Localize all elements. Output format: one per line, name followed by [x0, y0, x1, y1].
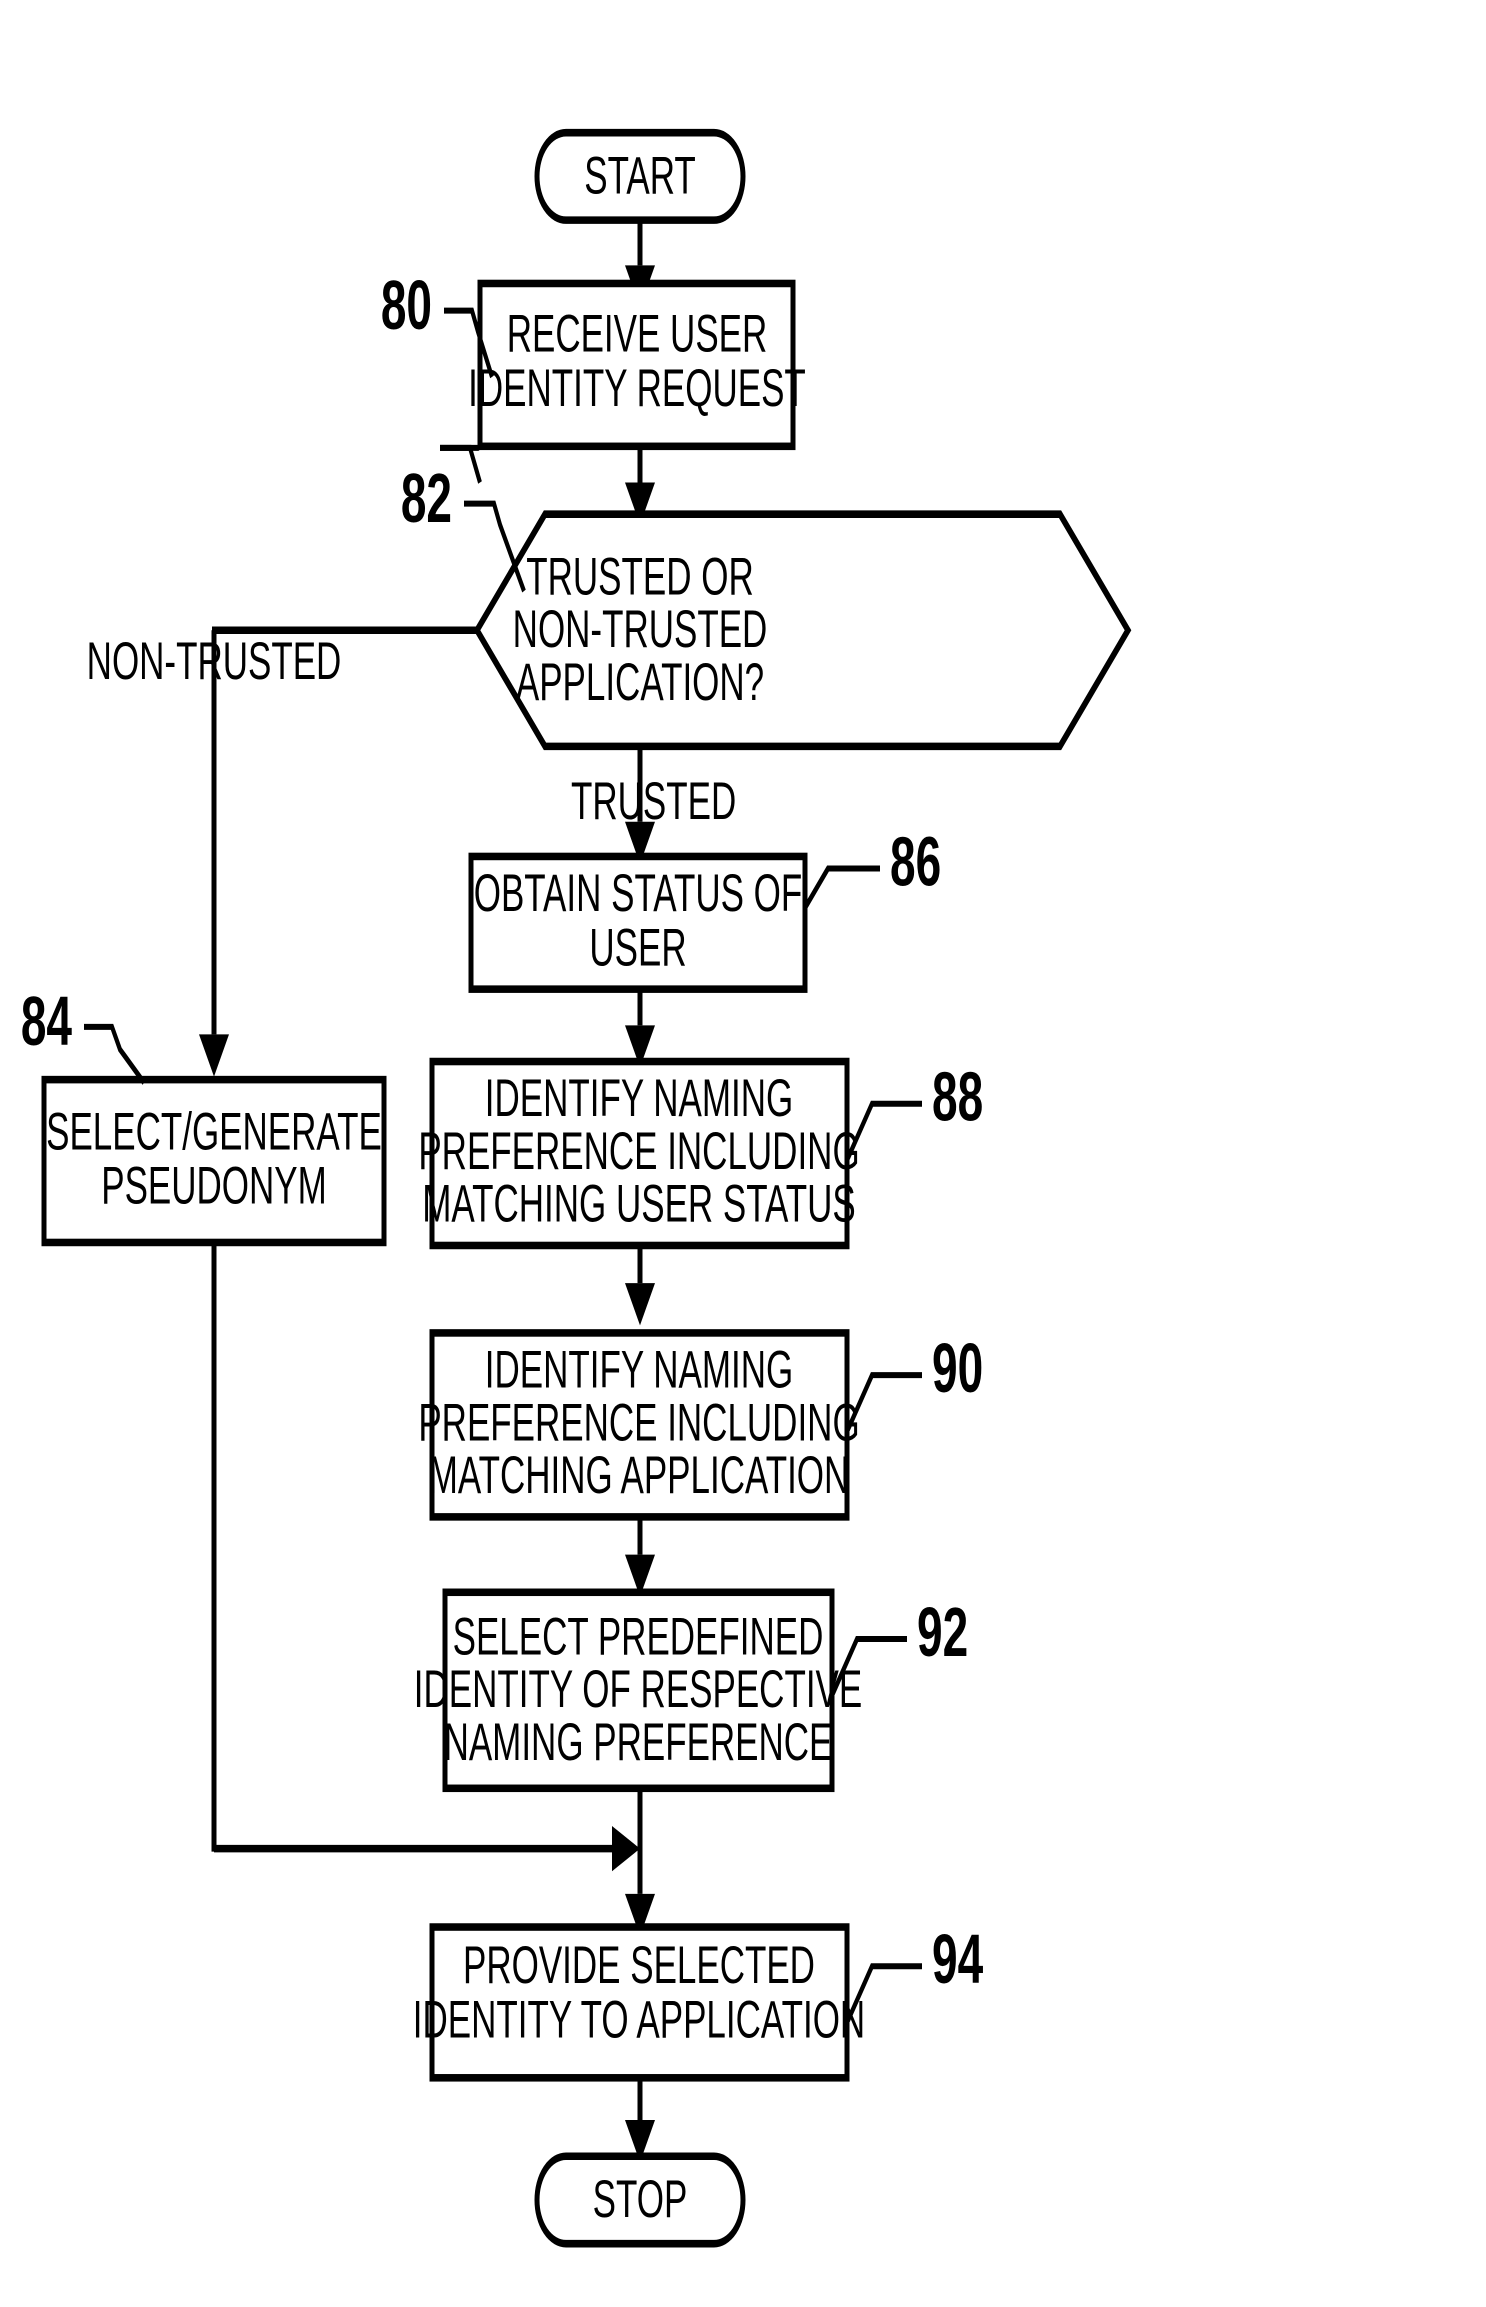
- flowchart-canvas: START RECEIVE USER IDENTITY REQUEST 80 T…: [21, 128, 1132, 2248]
- node-86-line-1: OBTAIN STATUS OF: [474, 864, 803, 923]
- node-86-line-2: USER: [589, 918, 686, 977]
- node-90-line-1: IDENTIFY NAMING: [485, 1340, 793, 1399]
- node-92: SELECT PREDEFINED IDENTITY OF RESPECTIVE…: [414, 1588, 862, 1793]
- stop-label: STOP: [593, 2170, 688, 2229]
- reference-callout-82: 82: [401, 461, 526, 593]
- node-82: TRUSTED OR NON-TRUSTED APPLICATION?: [473, 510, 1132, 751]
- ref-num-94: 94: [932, 1922, 983, 1999]
- node-82-line-3: APPLICATION?: [516, 653, 764, 712]
- start-label: START: [584, 146, 695, 205]
- node-80: RECEIVE USER IDENTITY REQUEST: [468, 279, 806, 451]
- node-94-line-1: PROVIDE SELECTED: [463, 1936, 815, 1995]
- connector-92-to-94: [625, 1788, 655, 1937]
- branch-trusted: TRUSTED: [571, 746, 736, 864]
- node-84-line-2: PSEUDONYM: [101, 1156, 327, 1215]
- node-86: OBTAIN STATUS OF USER: [468, 852, 808, 993]
- node-82-line-2: NON-TRUSTED: [513, 600, 768, 659]
- node-stop: STOP: [534, 2152, 746, 2248]
- connector-90-to-92: [625, 1516, 655, 1597]
- node-88: IDENTIFY NAMING PREFERENCE INCLUDING MAT…: [418, 1057, 860, 1250]
- node-94: PROVIDE SELECTED IDENTITY TO APPLICATION: [413, 1923, 865, 2082]
- ref-num-88: 88: [932, 1059, 983, 1136]
- node-92-line-2: IDENTITY OF RESPECTIVE: [414, 1660, 862, 1719]
- node-84-line-1: SELECT/GENERATE: [46, 1102, 382, 1161]
- reference-callout-90: 90: [846, 1331, 983, 1432]
- ref-num-86: 86: [890, 824, 941, 901]
- ref-num-82: 82: [401, 461, 452, 538]
- node-88-line-1: IDENTIFY NAMING: [485, 1069, 793, 1128]
- node-94-line-2: IDENTITY TO APPLICATION: [413, 1990, 865, 2049]
- node-90-line-3: MATCHING APPLICATION: [429, 1446, 850, 1505]
- node-88-line-2: PREFERENCE INCLUDING: [418, 1122, 859, 1181]
- reference-callout-94: 94: [846, 1922, 983, 2023]
- connector-88-to-90: [625, 1245, 655, 1326]
- branch-label-non-trusted: NON-TRUSTED: [87, 632, 342, 691]
- ref-num-80: 80: [381, 268, 432, 345]
- node-82-line-1: TRUSTED OR: [526, 547, 753, 606]
- node-80-line-1: RECEIVE USER: [507, 305, 768, 364]
- node-80-line-2: IDENTITY REQUEST: [468, 359, 806, 418]
- node-84: SELECT/GENERATE PSEUDONYM: [41, 1075, 387, 1247]
- ref-num-90: 90: [932, 1331, 983, 1408]
- reference-callout-86: 86: [804, 824, 941, 909]
- reference-callout-84: 84: [21, 984, 146, 1085]
- ref-num-84: 84: [21, 984, 72, 1061]
- arrowhead-icon: [612, 1825, 640, 1872]
- node-90-line-2: PREFERENCE INCLUDING: [418, 1393, 859, 1452]
- flowchart-figure: START RECEIVE USER IDENTITY REQUEST 80 T…: [0, 0, 1486, 2307]
- node-92-line-1: SELECT PREDEFINED: [453, 1607, 824, 1666]
- node-start: START: [534, 128, 746, 224]
- arrowhead-icon: [199, 1034, 229, 1077]
- node-88-line-3: MATCHING USER STATUS: [422, 1175, 856, 1234]
- arrowhead-icon: [625, 1283, 655, 1326]
- node-92-line-3: NAMING PREFERENCE: [444, 1713, 833, 1772]
- branch-label-trusted: TRUSTED: [571, 772, 736, 831]
- ref-num-92: 92: [917, 1595, 968, 1672]
- reference-callout-88: 88: [846, 1059, 983, 1160]
- connector-86-to-88: [625, 989, 655, 1068]
- branch-non-trusted: NON-TRUSTED: [87, 626, 477, 1077]
- node-90: IDENTIFY NAMING PREFERENCE INCLUDING MAT…: [418, 1329, 860, 1521]
- connector-94-to-stop: [625, 2077, 655, 2163]
